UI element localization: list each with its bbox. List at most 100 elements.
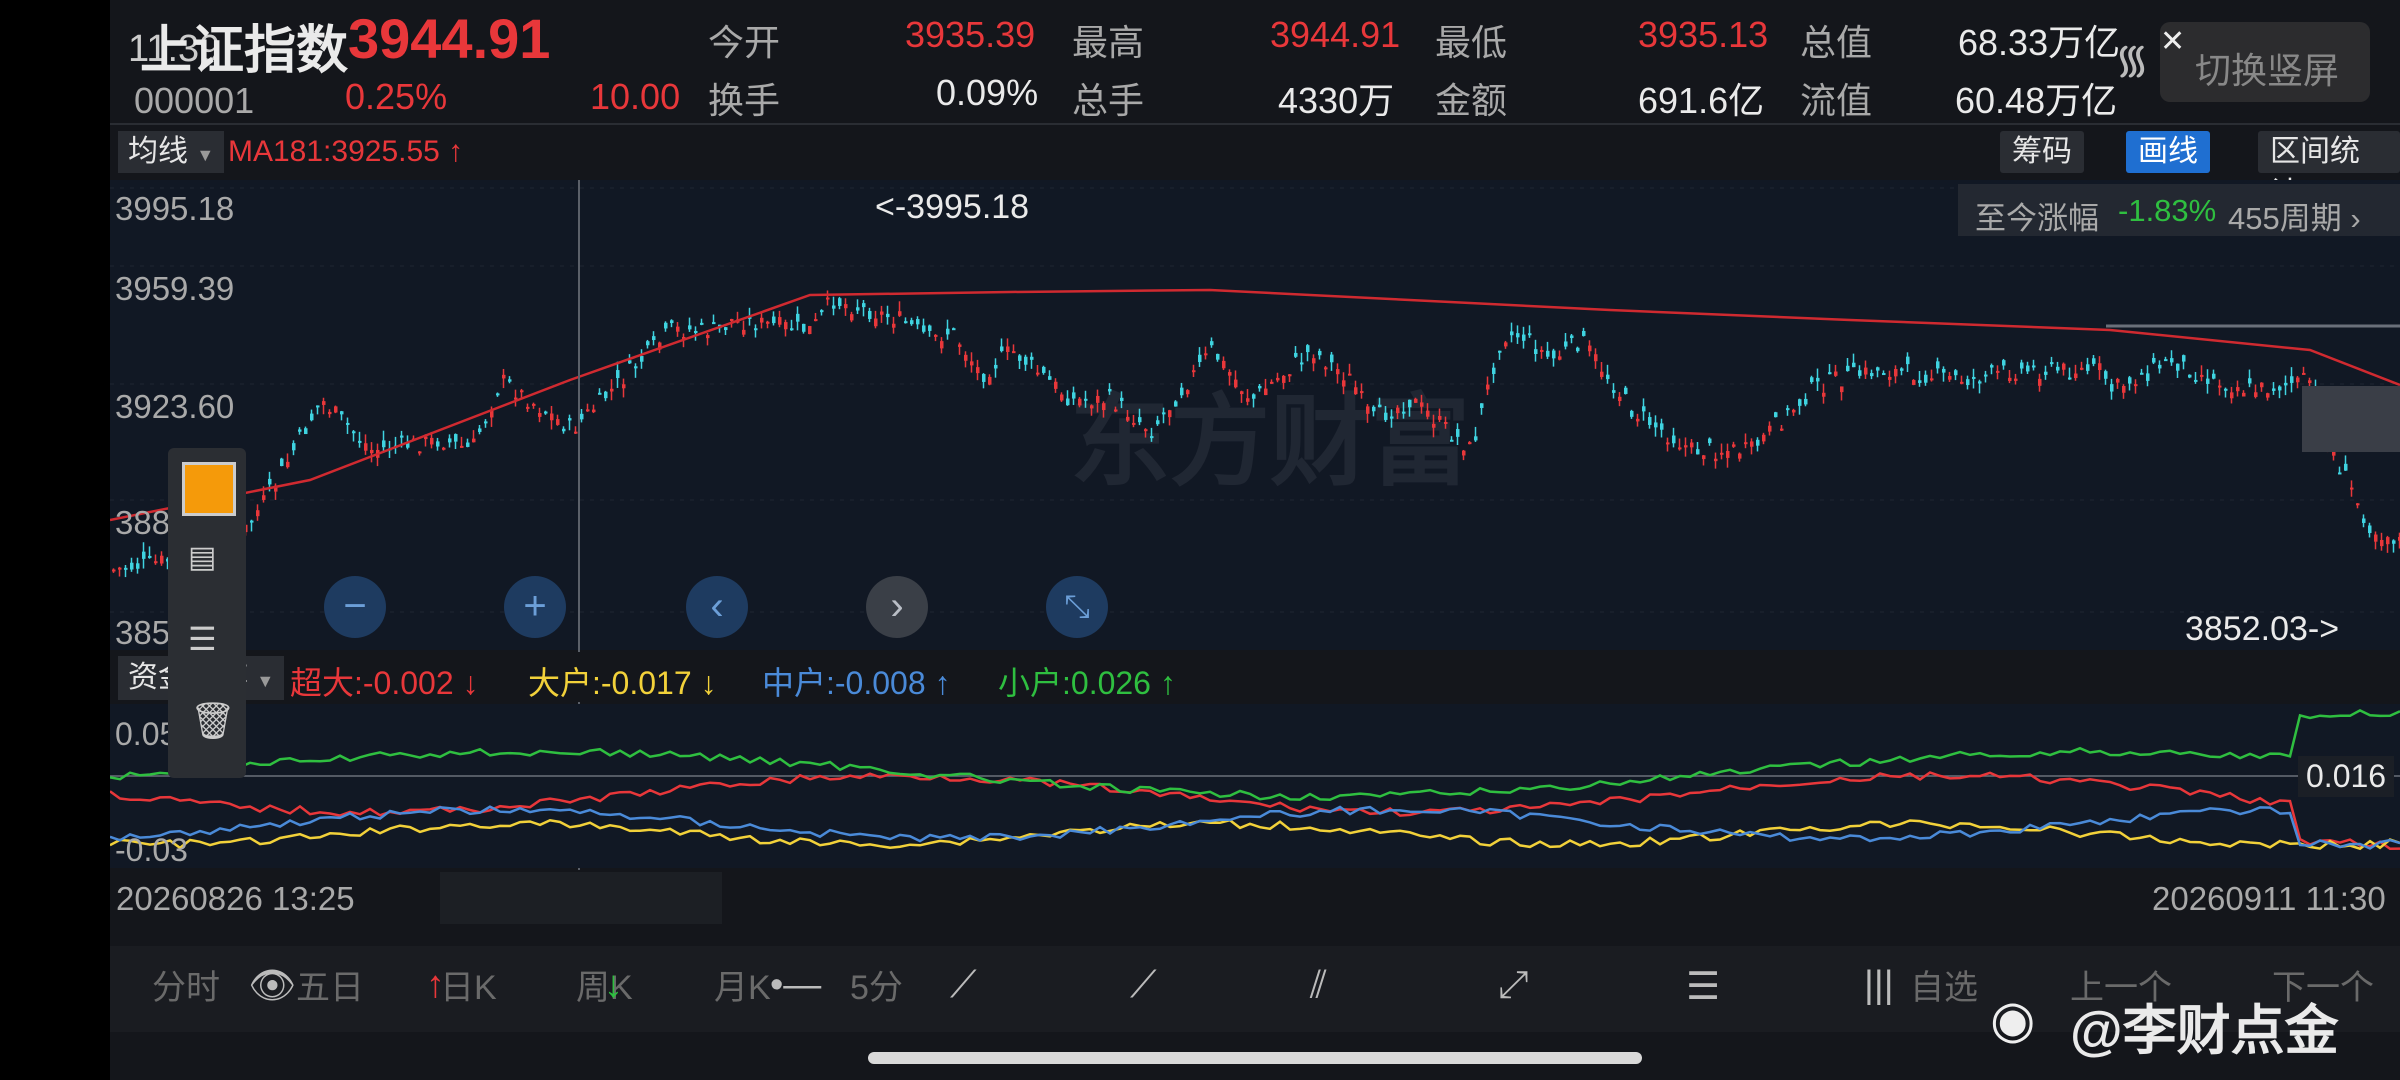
y-tick-1: 3995.18 [115, 190, 235, 227]
candle-body [2122, 385, 2126, 393]
candle-body [922, 325, 926, 332]
tab-daily-k[interactable]: 日K [440, 960, 497, 1009]
tab-five-day[interactable]: 五日 [296, 960, 364, 1009]
fib-lines-icon[interactable]: ||| [1864, 964, 1894, 1007]
caret-down-icon: ▼ [196, 145, 215, 165]
candle-body [598, 392, 602, 395]
candle-body [1078, 398, 1082, 406]
candle-body [1456, 429, 1460, 437]
tab-intraday[interactable]: 分时 [152, 960, 220, 1009]
candle-body [934, 334, 938, 337]
range-stats-button[interactable]: 区间统计 [2258, 131, 2400, 210]
candle-body [256, 510, 260, 517]
field-value-volume: 4330万 [1278, 80, 1395, 121]
line-style-icon[interactable]: ▤ [188, 540, 216, 575]
candle-body [1834, 371, 1838, 376]
candle-body [310, 413, 314, 421]
candle-body [130, 562, 134, 570]
candle-body [154, 561, 158, 564]
candle-body [268, 478, 272, 485]
candle-body [616, 370, 620, 379]
candle-body [1216, 353, 1220, 360]
gann-icon[interactable]: ☰ [1686, 964, 1720, 1009]
indicator-select[interactable]: 均线 ▼ [118, 131, 225, 173]
close-icon[interactable]: ✕ [2160, 24, 2185, 59]
candle-body [1138, 417, 1142, 423]
candle-body [1504, 342, 1508, 347]
candle-body [1996, 370, 2000, 373]
chips-button[interactable]: 筹码 [2000, 131, 2084, 173]
candle-body [1912, 380, 1916, 385]
candle-body [1186, 390, 1190, 395]
candle-body [1564, 341, 1568, 347]
candle-body [1210, 341, 1214, 346]
candle-body [1786, 408, 1790, 411]
stock-code: 000001 [134, 80, 255, 121]
candle-body [820, 310, 824, 313]
candle-body [2272, 388, 2276, 391]
candle-body [1018, 355, 1022, 361]
candle-body [2026, 365, 2030, 372]
candle-body [1702, 455, 1706, 460]
candle-body [1192, 370, 1196, 373]
candle-body [532, 403, 536, 406]
scroll-left-button[interactable]: ‹ [686, 576, 748, 638]
candle-body [1264, 388, 1268, 396]
candle-body [2212, 373, 2216, 379]
candle-body [1618, 396, 1622, 402]
candle-body [118, 567, 122, 570]
x-end-label: 20260911 11:30 [2152, 880, 2386, 917]
down-arrow-icon[interactable]: ↓ [604, 964, 623, 1007]
candle-body [898, 311, 902, 316]
tab-5min[interactable]: 5分 [850, 960, 903, 1009]
candle-body [1288, 374, 1292, 377]
zoom-out-button[interactable]: − [324, 576, 386, 638]
eye-icon[interactable]: 👁 [248, 964, 296, 1008]
candle-body [868, 310, 872, 319]
color-swatch-button[interactable] [182, 462, 236, 516]
candle-body [2050, 362, 2054, 365]
candle-body [1876, 367, 1880, 371]
ray-line-icon[interactable]: ⟋ [1130, 964, 1157, 1007]
candle-body [550, 413, 554, 421]
tab-monthly-k[interactable]: 月K [714, 960, 771, 1009]
flow-y-tick-bottom: -0.03 [115, 832, 188, 868]
scroll-right-button[interactable]: › [866, 576, 928, 638]
tab-watchlist[interactable]: 自选 [1910, 960, 1978, 1009]
candle-body [664, 322, 668, 329]
reset-zoom-button[interactable]: ⤡ [1046, 576, 1108, 638]
candle-body [472, 438, 476, 443]
candle-body [2392, 540, 2396, 544]
candle-body [2152, 357, 2156, 363]
candle-body [1294, 352, 1298, 357]
candle-body [340, 411, 344, 415]
candle-body [280, 458, 284, 467]
candle-body [970, 361, 974, 366]
segment-line-icon[interactable]: ⟋ [950, 964, 977, 1007]
zoom-in-button[interactable]: + [504, 576, 566, 638]
parallel-line-icon[interactable]: ⫽ [1310, 964, 1327, 1007]
trash-icon[interactable]: 🗑 [190, 700, 236, 742]
price-marker-box [2302, 386, 2400, 452]
candle-body [250, 520, 254, 523]
up-arrow-icon[interactable]: ↑ [426, 964, 445, 1007]
horizontal-line-icon[interactable]: •— [770, 964, 821, 1007]
candle-body [1654, 422, 1658, 428]
candle-body [1804, 398, 1808, 405]
line-width-icon[interactable]: ☰ [188, 620, 217, 658]
candle-body [2170, 358, 2174, 363]
candle-body [1090, 405, 1094, 409]
candle-body [1324, 367, 1328, 370]
field-value-float: 60.48万亿 [1955, 80, 2118, 121]
candle-body [1390, 416, 1394, 419]
field-label-total: 总值 [1800, 22, 1873, 63]
draw-line-button[interactable]: 画线 [2126, 131, 2210, 173]
candle-body [1120, 397, 1124, 402]
candle-body [610, 388, 614, 392]
candle-body [2038, 378, 2042, 386]
candle-body [1978, 381, 1982, 384]
candle-body [1918, 380, 1922, 383]
extended-line-icon[interactable]: ⤢ [1498, 964, 1528, 1007]
candle-body [2164, 359, 2168, 362]
candle-body [2062, 363, 2066, 370]
